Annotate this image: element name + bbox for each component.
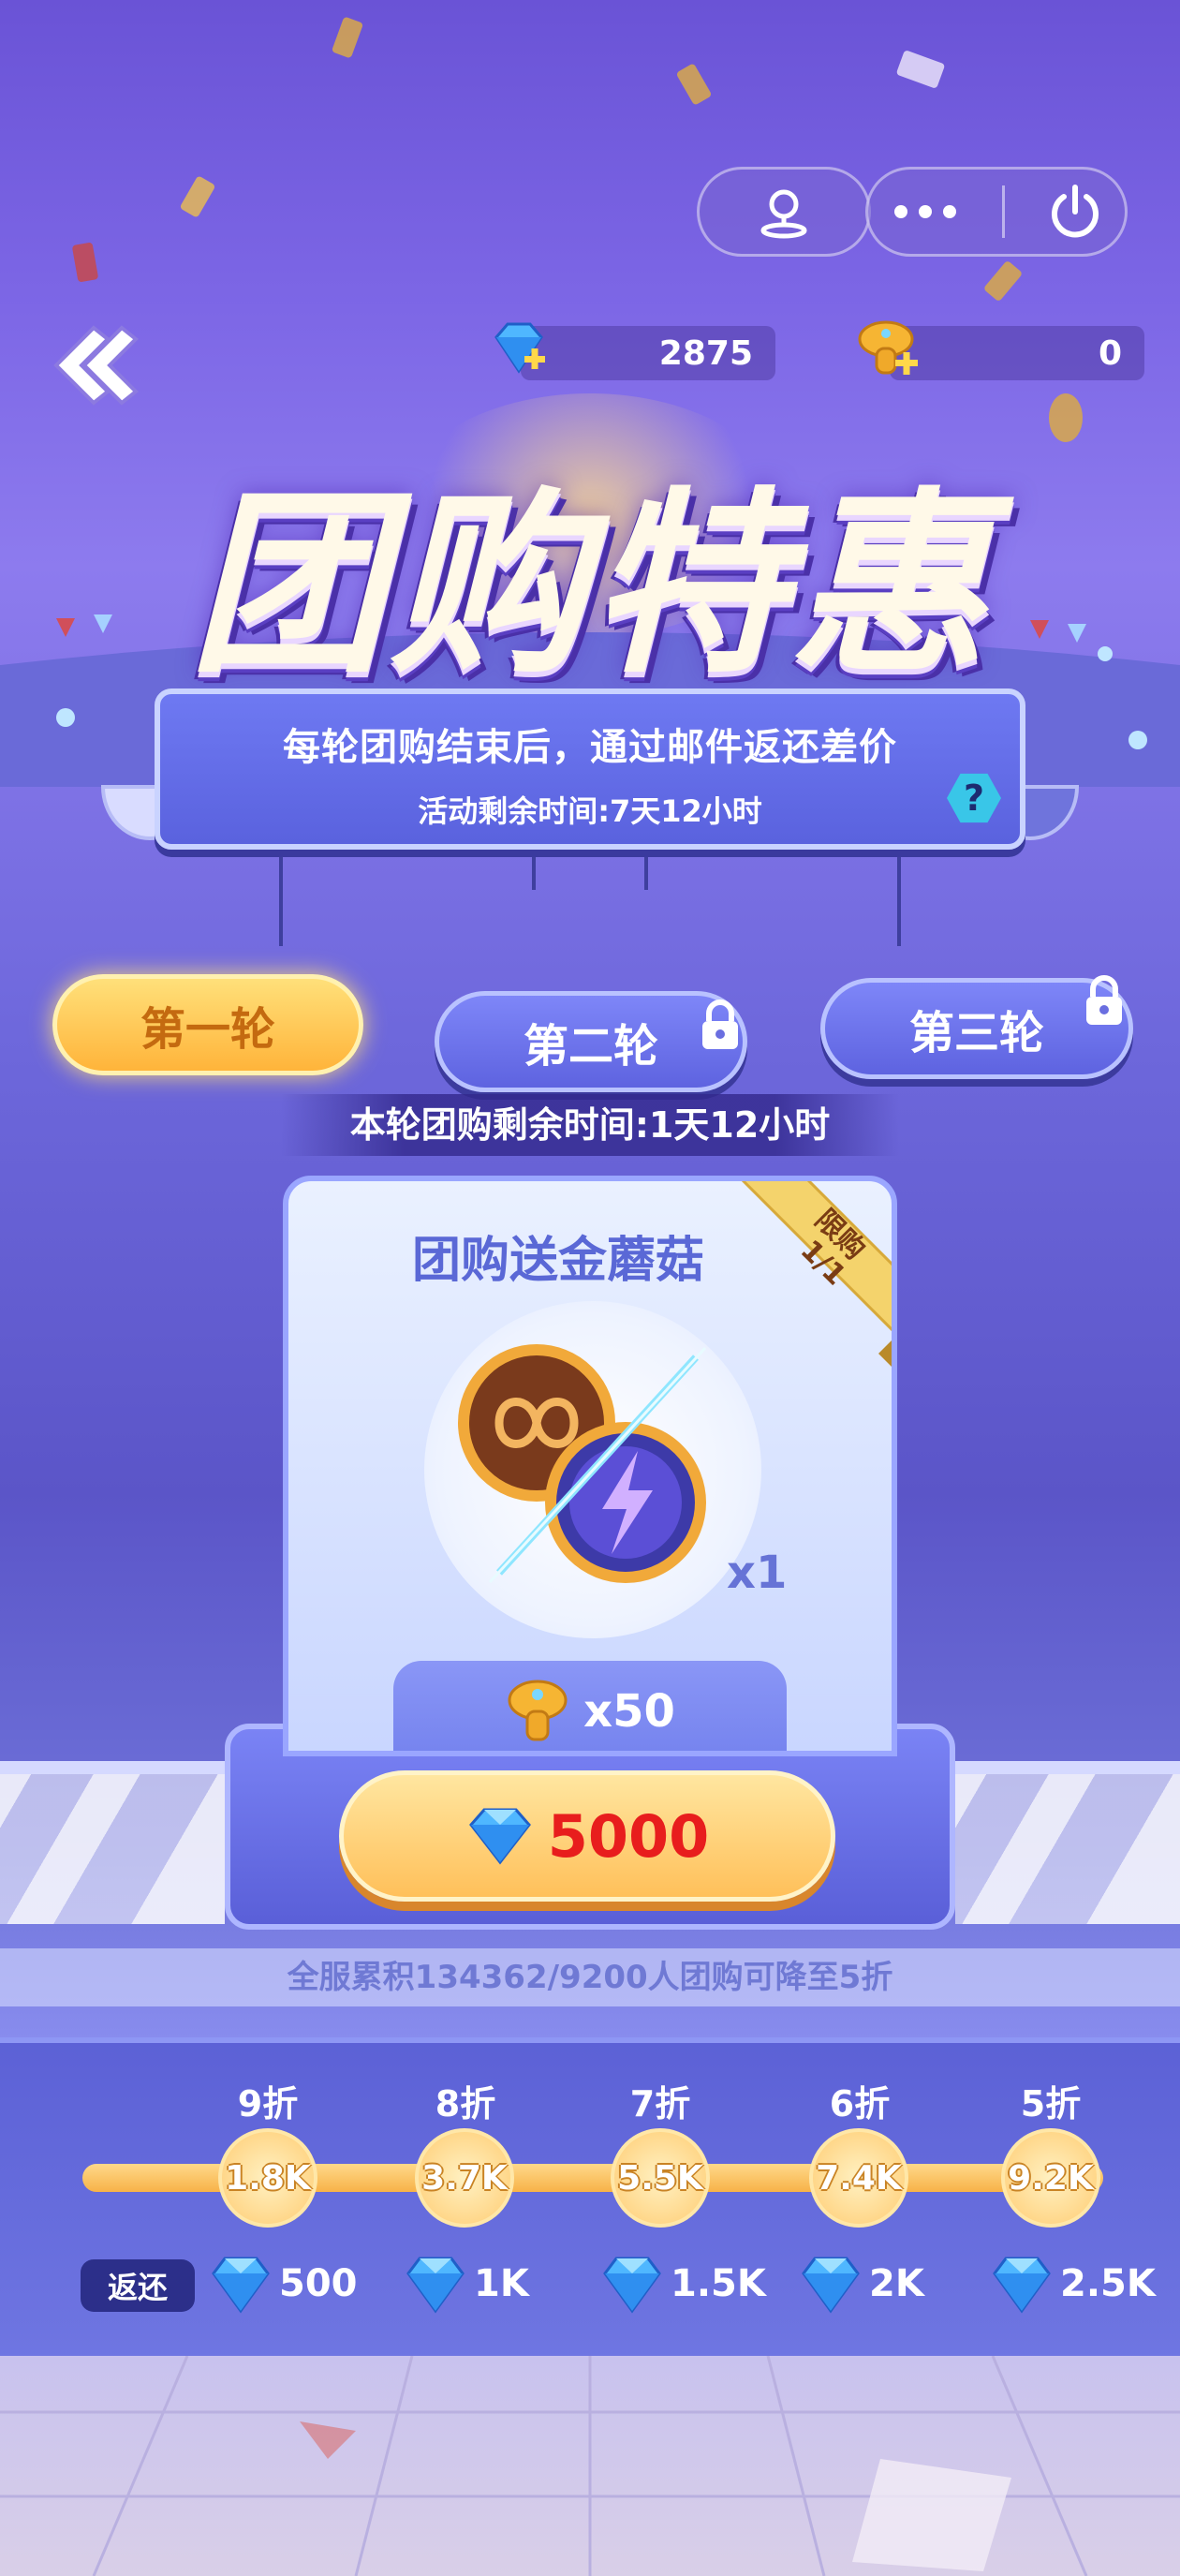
map-pin-icon <box>760 189 807 239</box>
mushroom-balance[interactable]: 0 <box>890 326 1144 380</box>
event-remaining-time: 活动剩余时间:7天12小时 <box>418 793 762 829</box>
gem-add-icon[interactable] <box>489 318 549 378</box>
tier-refund-amount: 1K <box>474 2262 529 2305</box>
round-remaining-time: 本轮团购剩余时间:1天12小时 <box>281 1094 899 1156</box>
tier-refund-amount: 500 <box>279 2262 358 2305</box>
item-quantity: x1 <box>727 1547 788 1599</box>
tier-threshold-node: 3.7K <box>415 2128 514 2228</box>
event-info-panel: 每轮团购结束后，通过邮件返还差价 活动剩余时间:7天12小时 ? <box>155 688 1025 850</box>
confetti <box>71 242 99 283</box>
confetti <box>982 259 1024 303</box>
double-chevron-left-icon <box>53 325 139 406</box>
tier-refund: 2.5K <box>989 2246 1156 2321</box>
tab-round-1[interactable]: 第一轮 <box>52 974 363 1075</box>
floor-background <box>0 2356 1180 2576</box>
confetti <box>675 63 713 106</box>
server-progress-note: 全服累积134362/9200人团购可降至5折 <box>0 1948 1180 2006</box>
gem-icon <box>468 1808 531 1865</box>
tier-threshold-node: 1.8K <box>218 2128 317 2228</box>
tier-threshold-node: 9.2K <box>1001 2128 1100 2228</box>
tier-refund-amount: 1.5K <box>671 2262 766 2305</box>
tier-refund: 500 <box>208 2246 358 2321</box>
tier-threshold-node: 5.5K <box>611 2128 710 2228</box>
confetti <box>179 175 216 218</box>
tab-round-1-label: 第一轮 <box>140 1003 275 1056</box>
buy-button[interactable]: 5000 <box>339 1770 835 1902</box>
power-icon[interactable] <box>1045 182 1105 242</box>
tier-discount: 6折 <box>829 2083 891 2124</box>
purchase-limit-ribbon: 限购 1/1 <box>741 1181 892 1367</box>
bonus-reward: x50 <box>393 1661 787 1751</box>
refund-rule-text: 每轮团购结束后，通过邮件返还差价 <box>283 726 897 769</box>
gem-icon <box>212 2257 270 2314</box>
tier-discount: 9折 <box>237 2083 299 2124</box>
mushroom-balance-value: 0 <box>1098 333 1122 373</box>
tab-round-3-label: 第三轮 <box>908 1007 1044 1059</box>
tier-refund: 2K <box>798 2246 924 2321</box>
location-button[interactable] <box>697 167 871 257</box>
floor-tiles <box>0 2356 1180 2576</box>
counter-glass-right <box>955 1761 1180 1924</box>
offer-card: 团购送金蘑菇 x1 x50 限购 1/1 <box>283 1176 897 1756</box>
more-dots-icon[interactable] <box>888 198 963 226</box>
tier-discount: 7折 <box>629 2083 691 2124</box>
tier-discount: 5折 <box>1020 2083 1082 2124</box>
capsule-divider <box>1002 185 1006 238</box>
confetti <box>895 49 946 90</box>
lock-icon <box>1086 975 1122 1025</box>
confetti <box>331 16 364 59</box>
gem-icon <box>993 2257 1051 2314</box>
tier-refund-amount: 2K <box>869 2262 924 2305</box>
counter-glass-left <box>0 1761 225 1924</box>
event-title: 团购特惠 <box>188 470 991 700</box>
confetti <box>1049 393 1083 442</box>
tier-refund: 1K <box>403 2246 529 2321</box>
price-value: 5000 <box>547 1801 710 1871</box>
gold-mushroom-icon <box>508 1680 568 1741</box>
gem-balance[interactable]: 2875 <box>521 326 775 380</box>
gem-balance-value: 2875 <box>658 333 753 373</box>
gold-mushroom-add-icon[interactable] <box>854 315 922 382</box>
tier-discount: 8折 <box>435 2083 496 2124</box>
gem-icon <box>603 2257 661 2314</box>
tier-refund-amount: 2.5K <box>1060 2262 1156 2305</box>
gem-icon <box>406 2257 465 2314</box>
tier-refund: 1.5K <box>599 2246 766 2321</box>
tab-round-2-label: 第二轮 <box>523 1020 658 1073</box>
system-menu-capsule <box>865 167 1128 257</box>
back-button[interactable] <box>37 318 140 412</box>
gem-icon <box>802 2257 860 2314</box>
return-label: 返还 <box>81 2259 195 2312</box>
lock-icon <box>702 999 738 1049</box>
tier-threshold-node: 7.4K <box>809 2128 908 2228</box>
bonus-reward-quantity: x50 <box>583 1685 675 1738</box>
